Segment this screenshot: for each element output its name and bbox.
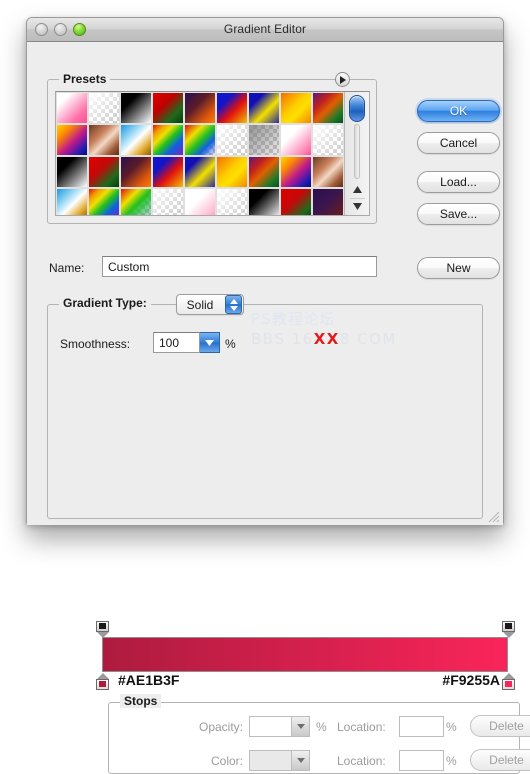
preset-swatch[interactable] (152, 92, 184, 124)
presets-swatch-well[interactable] (55, 91, 370, 216)
preset-swatch[interactable] (312, 156, 344, 188)
preset-swatch[interactable] (88, 188, 120, 215)
start-color-hex: #AE1B3F (118, 672, 180, 688)
preset-swatch[interactable] (56, 156, 88, 188)
preset-swatch[interactable] (120, 156, 152, 188)
preset-swatch[interactable] (248, 188, 280, 215)
gradient-type-label: Gradient Type: (59, 296, 151, 310)
preset-swatch[interactable] (120, 188, 152, 215)
cancel-button[interactable]: Cancel (417, 132, 500, 154)
dialog-body: Presets OK Cancel Load... Save... New Na… (27, 42, 530, 774)
gradient-fill (102, 637, 508, 672)
color-stop-marker[interactable] (96, 673, 109, 690)
preset-swatch[interactable] (184, 188, 216, 215)
location1-percent-label: % (446, 720, 457, 734)
color-swatch-input[interactable] (249, 750, 310, 771)
opacity-stop-marker[interactable] (502, 621, 515, 638)
scrollbar-thumb[interactable] (349, 95, 365, 122)
gradient-type-group: Gradient Type: Solid Smoothness: 100 % #… (47, 294, 530, 774)
load-button[interactable]: Load... (417, 171, 500, 193)
chevron-down-icon[interactable] (291, 717, 309, 736)
preset-swatch[interactable] (88, 124, 120, 156)
presets-swatch-grid (56, 92, 344, 215)
preset-swatch[interactable] (280, 188, 312, 215)
triangle-down-icon[interactable] (350, 198, 365, 213)
stops-group: Stops Opacity: % Location: % Delete Colo… (108, 694, 530, 774)
save-button[interactable]: Save... (417, 203, 500, 225)
preset-swatch[interactable] (56, 188, 88, 215)
opacity-label: Opacity: (198, 720, 243, 734)
delete-opacity-stop-button[interactable]: Delete (470, 715, 530, 737)
preset-swatch[interactable] (56, 92, 88, 124)
triangle-up-icon[interactable] (350, 182, 365, 197)
opacity-value[interactable] (250, 717, 291, 736)
presets-group: Presets (47, 72, 377, 224)
opacity-percent-label: % (316, 720, 327, 734)
name-input[interactable]: Custom (102, 256, 377, 277)
preset-swatch[interactable] (184, 124, 216, 156)
disclosure-triangle-icon[interactable] (335, 72, 350, 87)
ok-button[interactable]: OK (417, 100, 500, 122)
preset-swatch[interactable] (152, 188, 184, 215)
gradient-preview-bar[interactable] (102, 637, 508, 672)
smoothness-label: Smoothness: (60, 337, 131, 351)
location2-input[interactable] (399, 750, 444, 771)
gradient-type-select[interactable]: Solid (176, 294, 244, 315)
chevron-down-icon[interactable] (200, 332, 220, 353)
color-label: Color: (210, 754, 243, 768)
new-button[interactable]: New (417, 257, 500, 279)
location2-percent-label: % (446, 754, 457, 768)
window-title: Gradient Editor (223, 22, 307, 36)
gradient-editor-dialog: Gradient Editor Presets OK Cancel Load..… (26, 17, 530, 774)
preset-swatch[interactable] (56, 124, 88, 156)
preset-swatch[interactable] (280, 156, 312, 188)
preset-swatch[interactable] (248, 124, 280, 156)
color-stop-marker[interactable] (502, 673, 515, 690)
presets-label: Presets (59, 72, 111, 86)
preset-swatch[interactable] (152, 156, 184, 188)
window-titlebar[interactable]: Gradient Editor (27, 18, 503, 42)
preset-swatch[interactable] (248, 156, 280, 188)
opacity-stop-marker[interactable] (96, 621, 109, 638)
gradient-type-value: Solid (186, 297, 214, 312)
chevron-down-icon[interactable] (291, 751, 309, 770)
location-label: Location: (337, 720, 386, 734)
delete-color-stop-button[interactable]: Delete (470, 749, 530, 771)
color-value[interactable] (250, 751, 291, 770)
stops-label: Stops (120, 694, 162, 708)
smoothness-percent-label: % (225, 337, 236, 351)
stops-opacity-row: Opacity: % Location: % Delete (109, 715, 530, 740)
resize-grip-icon[interactable] (486, 509, 500, 523)
stepper-up-down-icon[interactable] (225, 295, 242, 314)
opacity-input[interactable] (249, 716, 310, 737)
preset-swatch[interactable] (248, 92, 280, 124)
preset-swatch[interactable] (216, 124, 248, 156)
preset-swatch[interactable] (88, 156, 120, 188)
preset-swatch[interactable] (216, 188, 248, 215)
preset-swatch[interactable] (280, 92, 312, 124)
preset-swatch[interactable] (280, 124, 312, 156)
location-label: Location: (337, 754, 386, 768)
preset-swatch[interactable] (88, 92, 120, 124)
preset-swatch[interactable] (312, 92, 344, 124)
stops-color-row: Color: Location: % Delete (109, 749, 530, 774)
location1-input[interactable] (399, 716, 444, 737)
presets-scrollbar[interactable] (344, 92, 369, 215)
preset-swatch[interactable] (312, 124, 344, 156)
name-label: Name: (49, 261, 85, 275)
preset-swatch[interactable] (120, 92, 152, 124)
preset-swatch[interactable] (184, 92, 216, 124)
smoothness-input[interactable]: 100 (153, 332, 200, 353)
preset-swatch[interactable] (216, 92, 248, 124)
preset-swatch[interactable] (120, 124, 152, 156)
preset-swatch[interactable] (152, 124, 184, 156)
preset-swatch[interactable] (312, 188, 344, 215)
preset-swatch[interactable] (216, 156, 248, 188)
scrollbar-track[interactable] (354, 124, 360, 179)
preset-swatch[interactable] (184, 156, 216, 188)
end-color-hex: #F9255A (442, 672, 500, 688)
